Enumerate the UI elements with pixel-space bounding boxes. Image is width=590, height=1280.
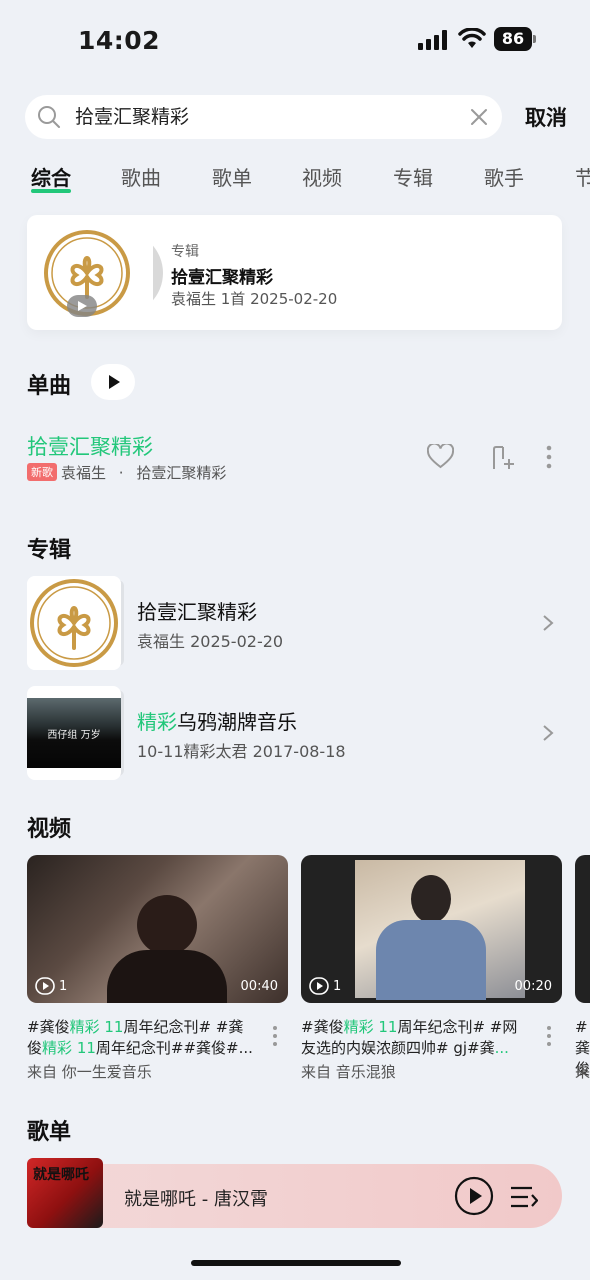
album-thumbnail [27, 576, 121, 670]
clover-logo-icon [27, 576, 121, 670]
more-icon[interactable] [545, 445, 553, 469]
song-title[interactable]: 拾壹汇聚精彩 [27, 431, 153, 461]
play-circle-icon [35, 977, 55, 995]
cover-text: 就是哪吒 [33, 1167, 89, 1183]
video-thumbnail[interactable]: 1 00:20 [301, 855, 562, 1003]
home-indicator [191, 1260, 401, 1266]
albums-heading: 专辑 [27, 538, 72, 563]
tab-all[interactable]: 综合 [31, 162, 71, 191]
song-meta: 新歌 袁福生 · 拾壹汇聚精彩 [27, 462, 226, 483]
tab-albums[interactable]: 专辑 [393, 162, 433, 191]
battery-level: 86 [494, 27, 532, 51]
chevron-right-icon [543, 615, 554, 631]
album-row[interactable]: 拾壹汇聚精彩 袁福生 2025-02-20 [27, 576, 562, 670]
clear-icon[interactable] [468, 106, 490, 128]
now-playing-cover: 就是哪吒 [27, 1158, 103, 1228]
search-icon [38, 106, 60, 128]
video-duration: 00:20 [514, 979, 552, 994]
playlists-heading: 歌单 [27, 1120, 72, 1145]
play-all-button[interactable] [91, 364, 135, 400]
now-playing-title: 就是哪吒 - 唐汉霄 [124, 1189, 268, 1210]
cancel-button[interactable]: 取消 [525, 102, 567, 132]
album-thumb-text: 西仔组 万岁 [47, 730, 101, 741]
chevron-right-icon [543, 725, 554, 741]
card-type-label: 专辑 [171, 244, 199, 260]
play-icon [109, 375, 120, 389]
top-album-card[interactable]: 专辑 拾壹汇聚精彩 袁福生 1首 2025-02-20 [27, 215, 562, 330]
video-source: 来自 音乐混狼 [301, 1063, 396, 1081]
song-artist[interactable]: 袁福生 [61, 464, 106, 482]
album-cover [43, 229, 153, 317]
video-duration: 00:40 [240, 979, 278, 994]
video-play-count: 1 [35, 977, 67, 995]
wifi-icon [458, 28, 486, 48]
more-icon[interactable] [272, 1025, 278, 1047]
album-title: 精彩乌鸦潮牌音乐 [137, 710, 297, 734]
mini-player[interactable]: 就是哪吒 就是哪吒 - 唐汉霄 [27, 1158, 562, 1228]
card-meta: 袁福生 1首 2025-02-20 [171, 290, 338, 308]
tab-videos[interactable]: 视频 [302, 162, 342, 191]
status-time: 14:02 [78, 26, 161, 55]
cellular-signal-icon [418, 30, 447, 50]
card-title: 拾壹汇聚精彩 [171, 268, 273, 288]
album-meta: 10-11精彩太君 2017-08-18 [137, 742, 346, 761]
battery-indicator: 86 [494, 27, 536, 51]
tab-songs[interactable]: 歌曲 [121, 162, 161, 191]
video-thumbnail[interactable] [575, 855, 590, 1003]
playlist-icon[interactable] [510, 1185, 538, 1209]
song-album[interactable]: 拾壹汇聚精彩 [136, 464, 226, 482]
tab-playlists[interactable]: 歌单 [212, 162, 252, 191]
video-description[interactable]: #龚俊精彩 11周年纪念刊# #龚 俊精彩 11周年纪念刊##龚俊#... [27, 1017, 267, 1059]
album-row[interactable]: 西仔组 万岁 精彩乌鸦潮牌音乐 10-11精彩太君 2017-08-18 [27, 686, 562, 780]
play-button[interactable] [454, 1176, 494, 1216]
videos-heading: 视频 [27, 817, 72, 842]
add-to-playlist-icon[interactable] [489, 445, 515, 471]
active-tab-indicator [31, 189, 71, 193]
video-play-count: 1 [309, 977, 341, 995]
album-title: 拾壹汇聚精彩 [137, 600, 257, 624]
status-bar: 14:02 86 [0, 0, 590, 80]
album-thumbnail: 西仔组 万岁 [27, 686, 121, 780]
album-meta: 袁福生 2025-02-20 [137, 632, 284, 651]
new-song-badge: 新歌 [27, 463, 57, 481]
search-input[interactable]: 拾壹汇聚精彩 [75, 95, 189, 139]
video-source: 来自 你一生爱音乐 [27, 1063, 152, 1081]
more-icon[interactable] [546, 1025, 552, 1047]
result-tabs: 综合 歌曲 歌单 视频 专辑 歌手 节 [0, 162, 590, 202]
play-circle-icon [309, 977, 329, 995]
play-badge-icon [67, 295, 97, 317]
tab-programs[interactable]: 节 [575, 162, 590, 191]
search-bar[interactable]: 拾壹汇聚精彩 [25, 95, 502, 139]
video-thumbnail[interactable]: 1 00:40 [27, 855, 288, 1003]
video-description[interactable]: #龚俊精彩 11周年纪念刊# #网 友选的内娱浓颜四帅# gj#龚... [301, 1017, 541, 1059]
tab-artists[interactable]: 歌手 [484, 162, 524, 191]
heart-icon[interactable] [427, 444, 454, 469]
singles-heading: 单曲 [27, 374, 72, 399]
video-source: 来 [575, 1063, 590, 1081]
